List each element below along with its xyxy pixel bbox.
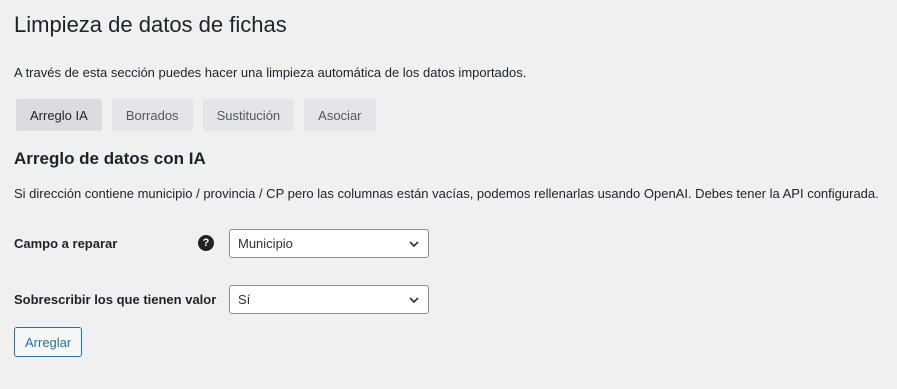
campo-select[interactable]: Municipio <box>229 229 429 258</box>
sobrescribir-select-value: Sí <box>238 292 251 307</box>
chevron-down-icon <box>409 241 419 248</box>
section-title: Arreglo de datos con IA <box>14 149 206 168</box>
tab-asociar[interactable]: Asociar <box>304 99 376 131</box>
tab-sustitucion[interactable]: Sustitución <box>202 99 295 131</box>
campo-label: Campo a reparar <box>14 236 118 251</box>
chevron-down-icon <box>409 297 419 304</box>
question-circle-icon[interactable]: ? <box>198 235 214 251</box>
campo-select-value: Municipio <box>238 236 293 251</box>
admin-page: Limpieza de datos de fichas A través de … <box>0 0 897 389</box>
sobrescribir-select[interactable]: Sí <box>229 285 429 314</box>
tab-bar: Arreglo IA Borrados Sustitución Asociar <box>16 99 376 131</box>
tab-borrados[interactable]: Borrados <box>111 99 193 131</box>
section-description: Si dirección contiene municipio / provin… <box>14 186 879 201</box>
sobrescribir-label: Sobrescribir los que tienen valor <box>14 292 217 307</box>
tab-arreglo-ia[interactable]: Arreglo IA <box>16 99 102 131</box>
arreglar-button[interactable]: Arreglar <box>14 327 83 357</box>
page-intro: A través de esta sección puedes hacer un… <box>14 65 527 80</box>
page-title: Limpieza de datos de fichas <box>14 12 287 37</box>
